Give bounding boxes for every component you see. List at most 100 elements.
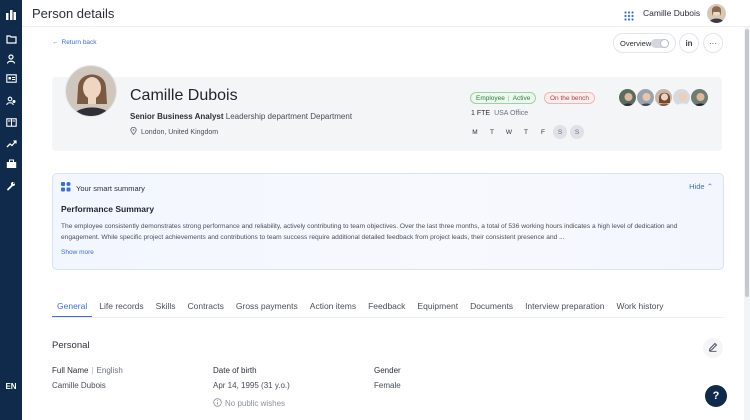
working-day: S (570, 125, 584, 139)
top-bar: Person details Camille Dubois (22, 0, 750, 27)
tab-work-history[interactable]: Work history (611, 297, 668, 317)
more-icon: ··· (709, 38, 717, 48)
role-line: Senior Business Analyst Leadership depar… (130, 112, 352, 121)
book-icon[interactable] (4, 115, 18, 129)
badge-separator: | (507, 94, 510, 102)
page-title: Person details (32, 6, 115, 21)
working-day: F (541, 128, 545, 136)
linkedin-icon: in (685, 38, 693, 48)
fte-line: 1 FTE USA Office (471, 110, 528, 117)
user-avatar[interactable] (707, 4, 726, 23)
full-name-language: English (96, 366, 123, 375)
job-title: Senior Business Analyst (130, 112, 224, 121)
return-back-link[interactable]: ← Return back (52, 39, 97, 46)
tabs-divider (52, 317, 724, 318)
person-icon[interactable] (4, 52, 18, 66)
chevron-up-icon: ⌃ (706, 182, 713, 191)
logo-icon[interactable] (4, 8, 18, 22)
team-icon[interactable] (4, 94, 18, 108)
overview-toggle[interactable]: Overview (613, 33, 676, 53)
hide-summary-button[interactable]: Hide ⌃ (689, 182, 713, 191)
dob-label: Date of birth (213, 366, 257, 375)
working-day: T (490, 128, 494, 136)
info-icon (213, 398, 222, 409)
location: London, United Kingdom (130, 126, 219, 137)
personal-section-title: Personal (52, 340, 90, 351)
main-content: ← Return back Overview in ··· Camille Du… (22, 27, 744, 420)
arrow-left-icon: ← (52, 39, 59, 46)
employment-type: Employee (476, 94, 505, 102)
gender-label: Gender (374, 366, 401, 375)
bench-status-badge: On the bench (544, 92, 596, 104)
wrench-icon[interactable] (4, 179, 18, 193)
team-member-avatar[interactable] (690, 88, 709, 107)
full-name-value: Camille Dubois (52, 381, 106, 390)
sparkle-grid-icon (61, 182, 71, 194)
summary-text: The employee consistently demonstrates s… (61, 223, 678, 241)
scrollbar[interactable] (744, 27, 750, 420)
overview-label: Overview (620, 38, 652, 48)
tab-general[interactable]: General (52, 297, 93, 317)
tab-bar: General Life records Skills Contracts Gross … (52, 297, 671, 317)
smart-summary-panel: Your smart summary Hide ⌃ Performance Su… (52, 173, 724, 270)
show-more-link[interactable]: Show more (61, 249, 94, 256)
office-value: USA Office (494, 110, 529, 117)
location-label: London, United Kingdom (141, 128, 219, 136)
edit-personal-button[interactable] (703, 338, 723, 358)
profile-photo (65, 65, 117, 117)
working-days: MTWTFSS (468, 125, 584, 139)
team-member-avatar[interactable] (672, 88, 691, 107)
tab-interview-preparation[interactable]: Interview preparation (520, 297, 609, 317)
more-options-button[interactable]: ··· (703, 33, 723, 53)
full-name-label: Full Name | English (52, 366, 123, 375)
location-pin-icon (130, 126, 137, 137)
employment-state: Active (512, 94, 531, 102)
scroll-thumb[interactable] (745, 29, 749, 297)
tab-contracts[interactable]: Contracts (183, 297, 229, 317)
tab-feedback[interactable]: Feedback (363, 297, 410, 317)
hide-label: Hide (689, 182, 705, 191)
current-user-name[interactable]: Camille Dubois (643, 8, 700, 18)
tab-action-items[interactable]: Action items (305, 297, 361, 317)
trend-icon[interactable] (4, 136, 18, 150)
team-member-avatar[interactable] (654, 88, 673, 107)
briefcase-icon[interactable] (4, 157, 18, 171)
profile-card: Camille Dubois Senior Business Analyst L… (52, 65, 722, 151)
employment-status-badge: Employee | Active (470, 92, 537, 104)
fte-value: 1 FTE (471, 110, 491, 117)
gender-value: Female (374, 381, 401, 390)
smart-summary-header: Your smart summary (61, 182, 145, 194)
tab-equipment[interactable]: Equipment (412, 297, 463, 317)
folder-icon[interactable] (4, 32, 18, 46)
team-avatars[interactable] (618, 88, 709, 107)
team-member-avatar[interactable] (636, 88, 655, 107)
smart-summary-label: Your smart summary (76, 183, 145, 193)
working-day: W (505, 128, 513, 136)
help-button[interactable]: ? (705, 385, 727, 407)
public-wishes: No public wishes (213, 398, 285, 409)
dob-value: Apr 14, 1995 (31 y.o.) (213, 381, 290, 390)
linkedin-button[interactable]: in (679, 33, 699, 53)
tab-skills[interactable]: Skills (151, 297, 181, 317)
overview-switch[interactable] (651, 39, 669, 48)
working-day: M (472, 128, 478, 136)
department: Leadership department Department (225, 112, 353, 121)
question-icon: ? (712, 390, 720, 402)
label-separator: | (91, 366, 94, 375)
team-member-avatar[interactable] (618, 88, 637, 107)
summary-title: Performance Summary (61, 204, 155, 214)
tab-gross-payments[interactable]: Gross payments (231, 297, 303, 317)
return-back-label: Return back (61, 39, 97, 46)
sidebar: EN (0, 0, 22, 420)
id-card-icon[interactable] (4, 71, 18, 85)
tab-documents[interactable]: Documents (465, 297, 518, 317)
public-wishes-label: No public wishes (225, 399, 286, 408)
pencil-icon (708, 339, 718, 357)
apps-grid-icon[interactable] (624, 8, 634, 21)
language-switch[interactable]: EN (0, 382, 22, 391)
working-day: S (553, 125, 567, 139)
full-name-label-text: Full Name (52, 366, 89, 375)
working-day: T (524, 128, 528, 136)
person-name: Camille Dubois (130, 87, 238, 104)
tab-life-records[interactable]: Life records (94, 297, 148, 317)
